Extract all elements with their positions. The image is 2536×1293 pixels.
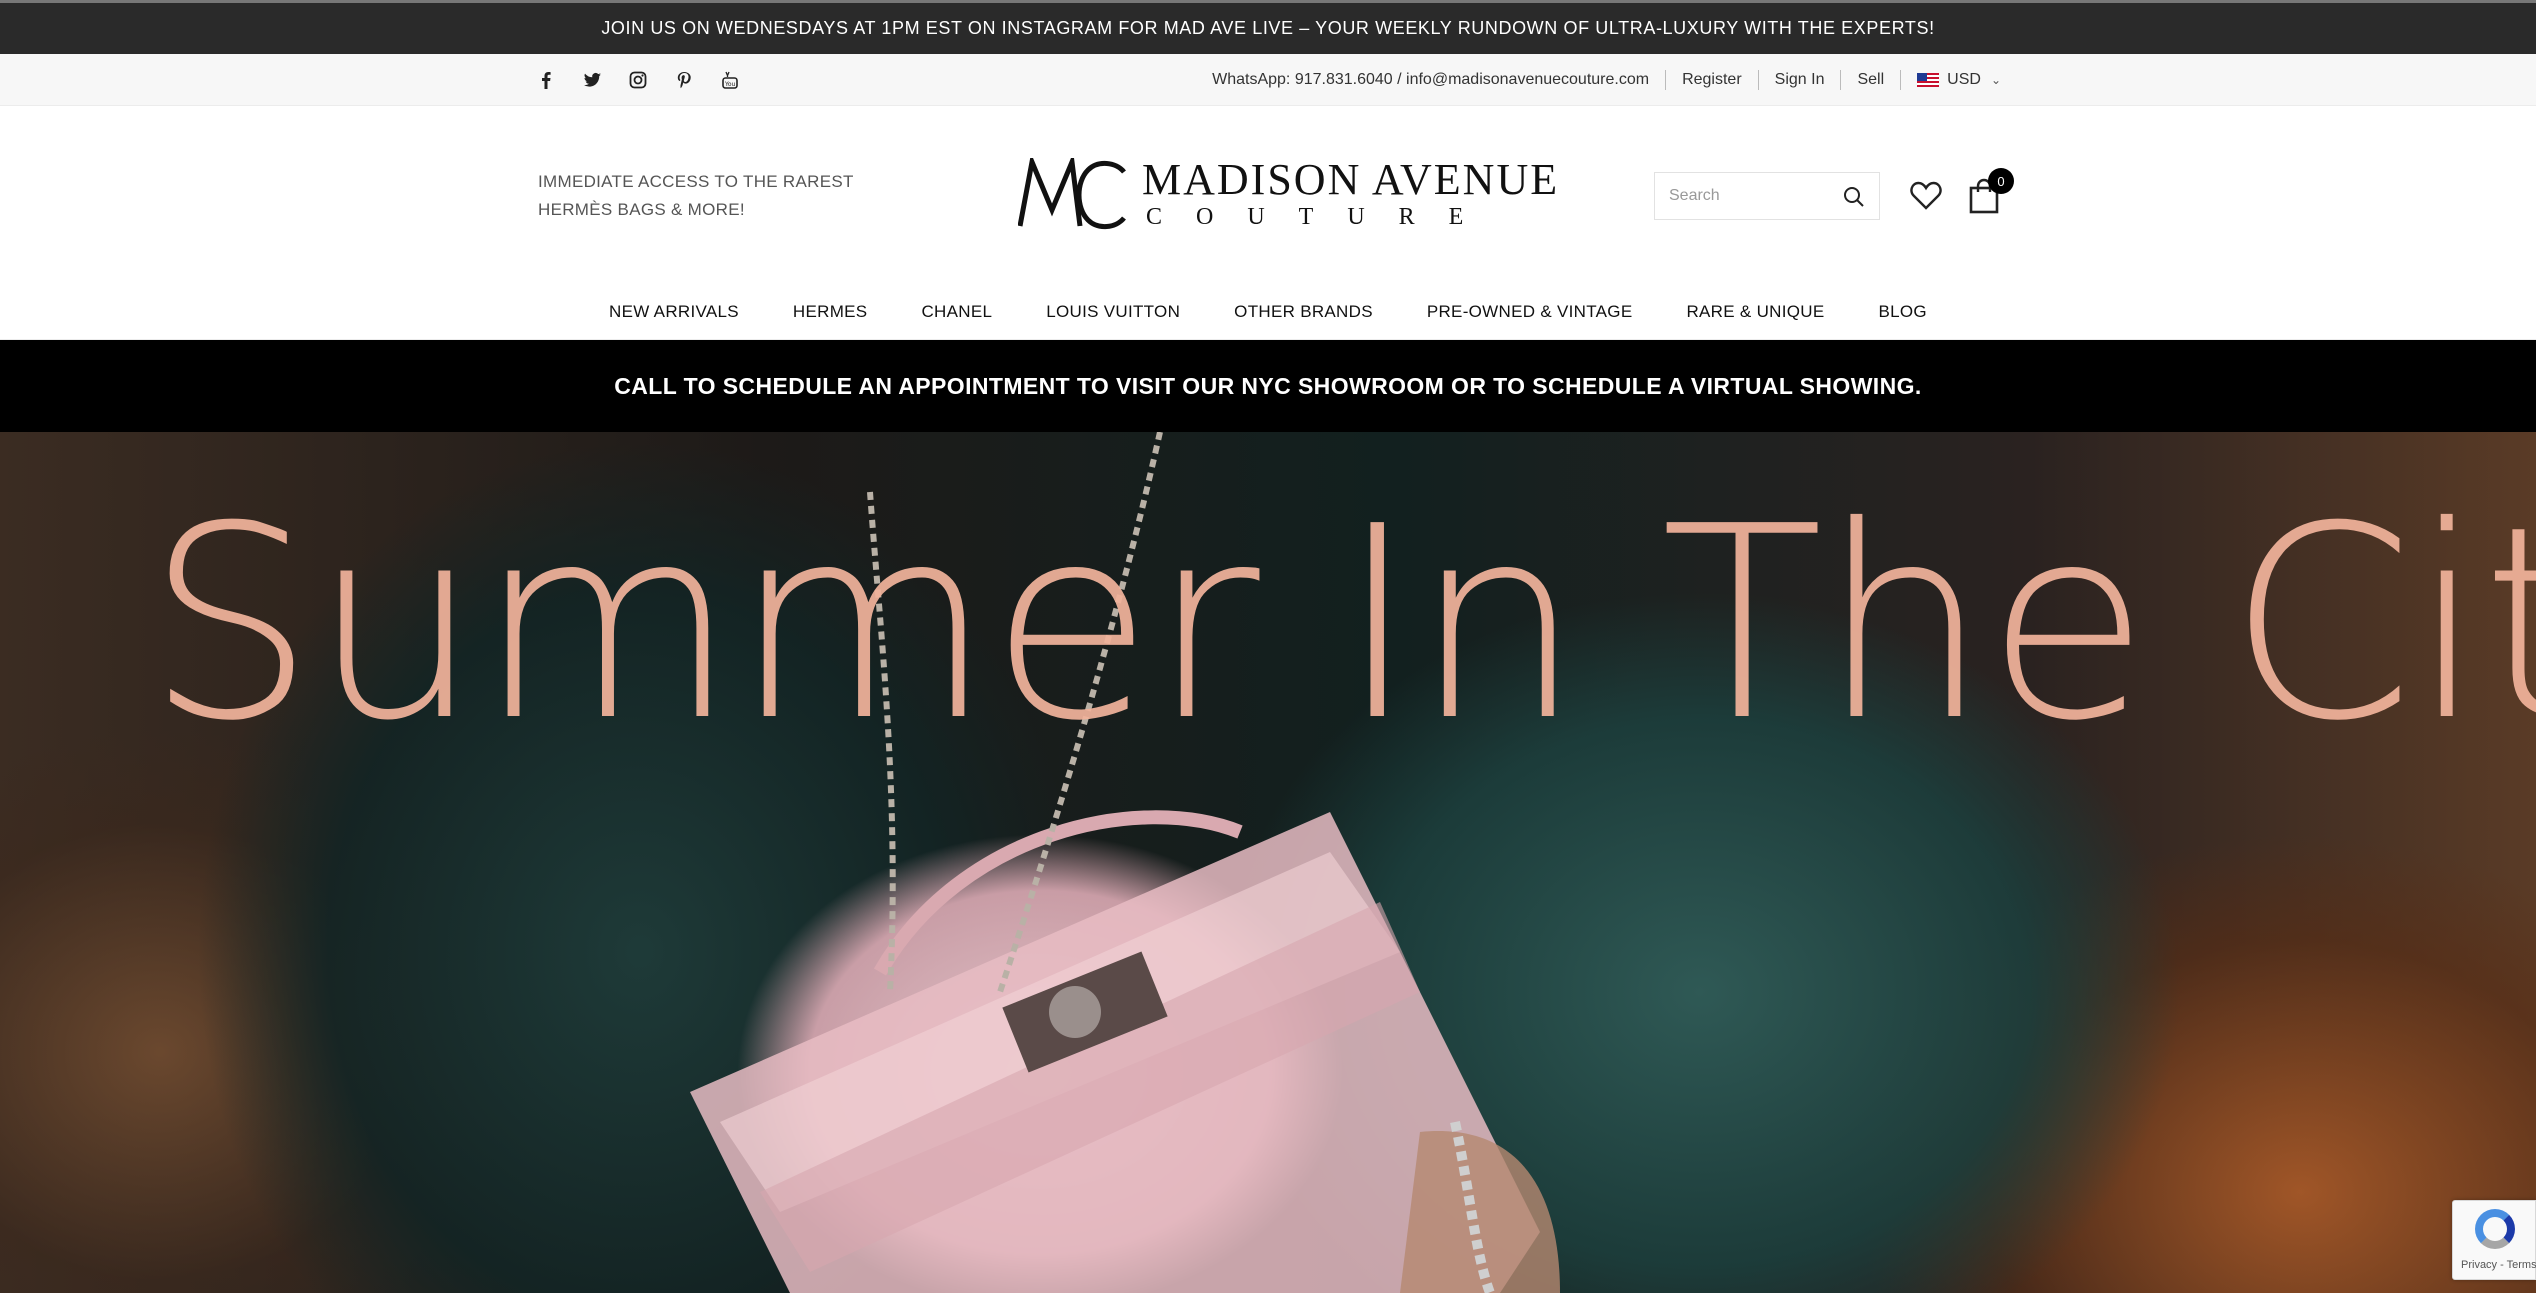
appointment-banner-text: CALL TO SCHEDULE AN APPOINTMENT TO VISIT… (614, 372, 1922, 399)
divider (1840, 70, 1842, 90)
appointment-banner[interactable]: CALL TO SCHEDULE AN APPOINTMENT TO VISIT… (0, 340, 2536, 432)
tagline-line-2: HERMÈS BAGS & MORE! (538, 200, 745, 219)
recaptcha-badge[interactable]: Privacy - Terms (2452, 1200, 2536, 1280)
site-header: IMMEDIATE ACCESS TO THE RAREST HERMÈS BA… (0, 106, 2536, 284)
announcement-text: JOIN US ON WEDNESDAYS AT 1PM EST ON INST… (601, 18, 1935, 38)
recaptcha-terms[interactable]: Privacy - Terms (2461, 1259, 2536, 1271)
divider (1757, 70, 1759, 90)
sign-in-link[interactable]: Sign In (1775, 71, 1825, 89)
pinterest-icon[interactable] (674, 70, 694, 90)
nav-item-louis-vuitton[interactable]: LOUIS VUITTON (1046, 302, 1180, 322)
nav-item-pre-owned-vintage[interactable]: PRE-OWNED & VINTAGE (1427, 302, 1633, 322)
top-right-links: WhatsApp: 917.831.6040 / info@madisonave… (1212, 54, 2001, 106)
nav-item-hermes[interactable]: HERMES (793, 302, 868, 322)
main-navigation: NEW ARRIVALS HERMES CHANEL LOUIS VUITTON… (0, 284, 2536, 340)
hero-title: Summer In The City (146, 469, 2536, 779)
nav-item-new-arrivals[interactable]: NEW ARRIVALS (609, 302, 739, 322)
wishlist-icon[interactable] (1910, 180, 1942, 215)
chevron-down-icon: ⌄ (1990, 73, 2001, 87)
nav-item-other-brands[interactable]: OTHER BRANDS (1234, 302, 1373, 322)
us-flag-icon (1917, 73, 1940, 87)
search-icon[interactable] (1843, 186, 1865, 213)
twitter-icon[interactable] (582, 70, 602, 90)
facebook-icon[interactable] (536, 70, 556, 90)
logo-line-1: MADISON AVENUE (1142, 155, 1560, 204)
divider (1900, 70, 1902, 90)
recaptcha-icon (2475, 1209, 2515, 1249)
logo-line-2: COUTURE (1146, 204, 1498, 230)
tagline-line-1: IMMEDIATE ACCESS TO THE RAREST (538, 172, 854, 191)
logo-wordmark: MADISON AVENUE COUTURE (1142, 155, 1560, 231)
mac-monogram-icon (1018, 158, 1126, 229)
youtube-icon[interactable]: You (720, 70, 740, 90)
social-links: You (536, 54, 740, 106)
register-link[interactable]: Register (1682, 71, 1742, 89)
search-box (1654, 172, 1880, 220)
currency-label: USD (1947, 71, 1981, 88)
search-input[interactable] (1669, 187, 1839, 205)
cart-count-badge: 0 (1988, 168, 2014, 194)
hero-banner[interactable]: Summer In The City (0, 432, 2536, 1293)
nav-item-rare-unique[interactable]: RARE & UNIQUE (1686, 302, 1824, 322)
nav-item-chanel[interactable]: CHANEL (921, 302, 992, 322)
divider (1665, 70, 1667, 90)
contact-info: WhatsApp: 917.831.6040 / info@madisonave… (1212, 71, 1650, 88)
site-logo[interactable]: MADISON AVENUE COUTURE (1018, 158, 1559, 230)
sell-link[interactable]: Sell (1857, 71, 1884, 89)
top-utility-bar: You WhatsApp: 917.831.6040 / info@madiso… (0, 54, 2536, 106)
instagram-icon[interactable] (628, 70, 648, 90)
currency-selector[interactable]: USD ⌄ (1917, 71, 2001, 89)
svg-text:You: You (724, 81, 736, 88)
nav-item-blog[interactable]: BLOG (1879, 302, 1927, 322)
announcement-bar: JOIN US ON WEDNESDAYS AT 1PM EST ON INST… (0, 0, 2536, 54)
header-tagline: IMMEDIATE ACCESS TO THE RAREST HERMÈS BA… (538, 168, 854, 224)
